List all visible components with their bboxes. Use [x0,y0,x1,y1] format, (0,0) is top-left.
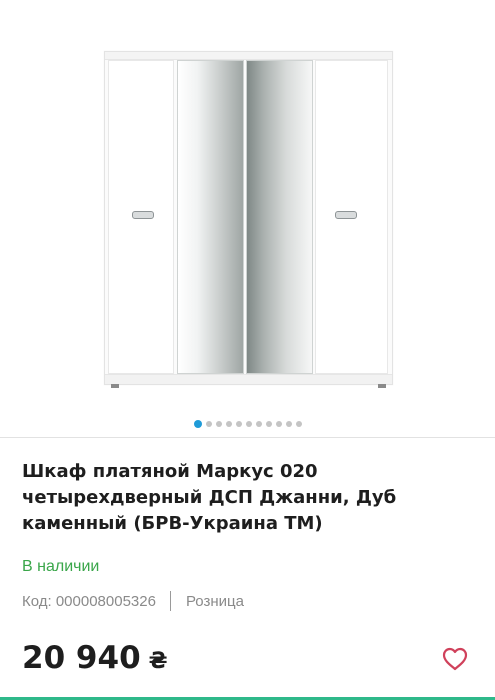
pagination-dot[interactable] [255,421,262,427]
pagination-dot[interactable] [265,421,272,427]
product-page: Шкаф платяной Маркус 020 четырехдверный … [0,0,495,700]
pagination-dot[interactable] [245,421,252,427]
pagination-dot[interactable] [215,421,222,427]
pagination-dot[interactable] [205,421,212,427]
price-value: 20 940 [22,640,141,676]
price-type: Розница [185,592,244,610]
price-currency: ₴ [148,649,168,674]
wardrobe-mirror-door-left [177,60,244,374]
meta-separator [169,591,171,611]
wardrobe-handle-left [132,211,154,219]
divider [0,437,495,438]
wardrobe-handle-right [335,211,357,219]
wardrobe-foot-left [111,384,119,388]
product-code: Код: 000008005326 [22,592,156,610]
pagination-dot-active[interactable] [193,420,202,428]
gallery-pagination[interactable] [0,420,495,428]
wardrobe-top-trim [105,52,392,60]
pagination-dot[interactable] [295,421,302,427]
product-image-gallery[interactable] [0,0,495,418]
stock-status: В наличии [22,558,100,575]
pagination-dot[interactable] [235,421,242,427]
wardrobe-plinth [105,374,392,384]
add-to-favorites-button[interactable] [434,638,476,680]
pagination-dot[interactable] [285,421,292,427]
wardrobe-mirror-door-right [246,60,313,374]
product-meta: Код: 000008005326 Розница [22,591,244,611]
product-price: 20 940 ₴ [22,640,168,676]
product-image-wardrobe[interactable] [104,51,393,388]
pagination-dot[interactable] [225,421,232,427]
pagination-dot[interactable] [275,421,282,427]
heart-icon [442,647,468,671]
product-title: Шкаф платяной Маркус 020 четырехдверный … [22,461,397,534]
wardrobe-foot-right [378,384,386,388]
